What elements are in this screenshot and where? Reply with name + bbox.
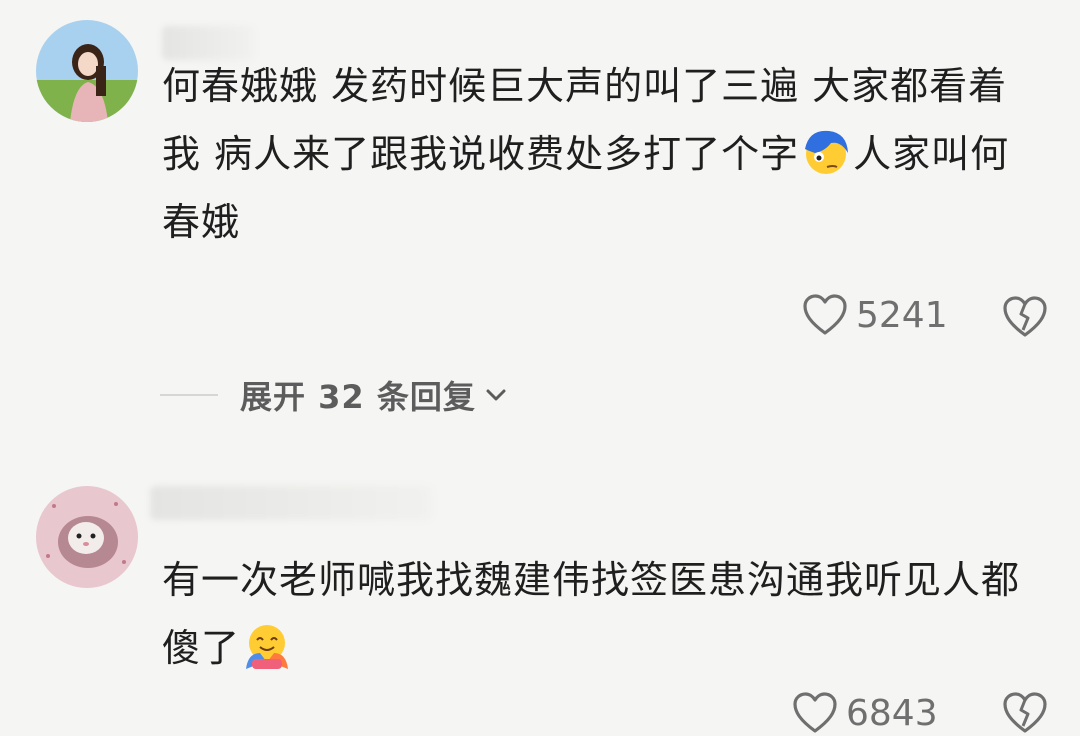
username-blurred[interactable] bbox=[150, 486, 432, 520]
expand-replies-button[interactable]: 展开 32 条回复 bbox=[160, 372, 510, 418]
like-count: 6843 bbox=[846, 692, 938, 734]
expand-replies-label: 展开 32 条回复 bbox=[240, 378, 476, 416]
heart-outline-icon bbox=[793, 692, 837, 733]
broken-heart-icon bbox=[1003, 692, 1047, 733]
dislike-button[interactable] bbox=[1002, 692, 1048, 734]
avatar-hamster-image bbox=[36, 486, 138, 588]
broken-heart-icon bbox=[1003, 296, 1047, 337]
comment-text: 有一次老师喊我找魏建伟找签医患沟通我听见人都傻了 bbox=[162, 546, 1042, 682]
chevron-down-icon bbox=[476, 381, 510, 409]
avatar[interactable] bbox=[36, 20, 138, 122]
comment-text: 何春娥娥 发药时候巨大声的叫了三遍 大家都看着我 病人来了跟我说收费处多打了个字… bbox=[162, 52, 1042, 256]
like-button[interactable]: 5241 bbox=[802, 294, 948, 336]
like-count: 5241 bbox=[856, 294, 948, 336]
replies-divider bbox=[160, 394, 218, 396]
avatar[interactable] bbox=[36, 486, 138, 588]
heart-outline-icon bbox=[803, 294, 847, 335]
face-with-hair-over-eye-emoji bbox=[801, 127, 851, 177]
dislike-button[interactable] bbox=[1002, 296, 1048, 338]
hugging-face-emoji bbox=[242, 621, 292, 671]
like-button[interactable]: 6843 bbox=[792, 692, 938, 734]
avatar-girl-field-image bbox=[36, 20, 138, 122]
